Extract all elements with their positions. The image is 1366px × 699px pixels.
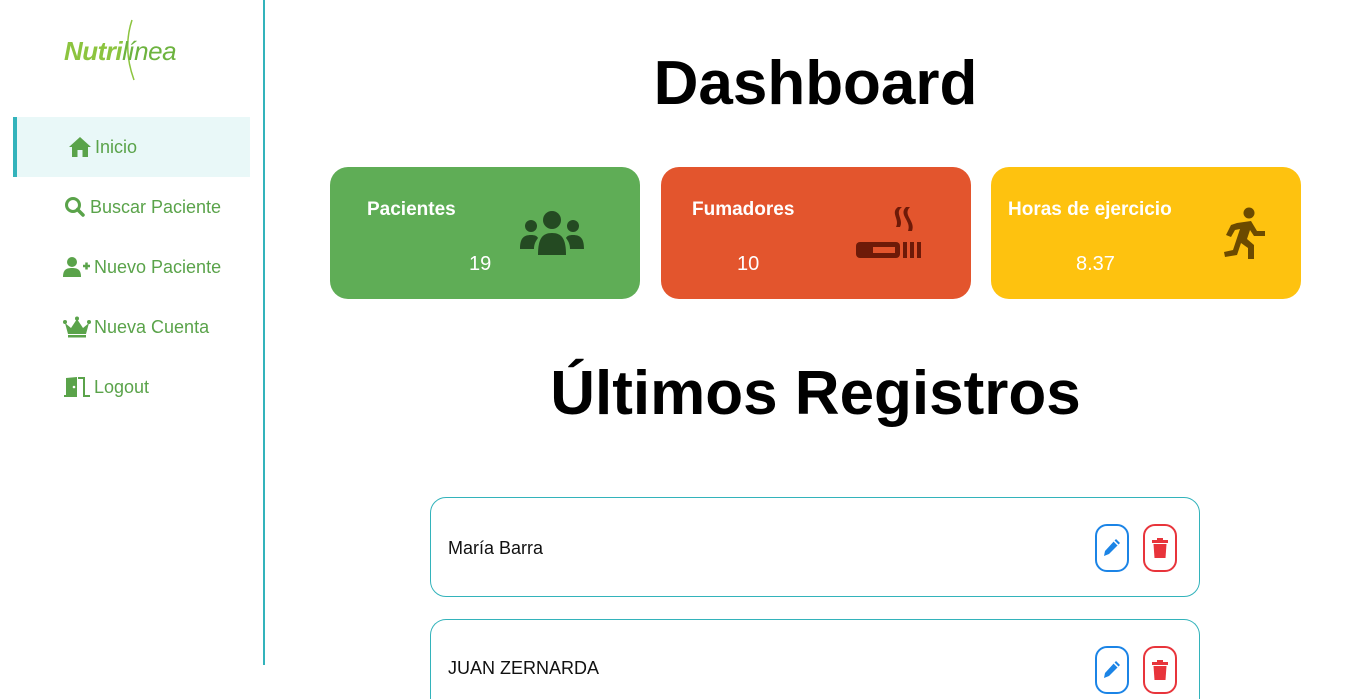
sidebar-item-nuevo-paciente[interactable]: Nuevo Paciente — [13, 237, 250, 297]
user-plus-icon — [63, 257, 90, 277]
running-icon — [1224, 207, 1265, 259]
users-icon — [520, 211, 584, 255]
sidebar-item-label: Nuevo Paciente — [94, 256, 222, 277]
smoking-icon — [856, 207, 921, 258]
record-name: JUAN ZERNARDA — [448, 658, 600, 678]
sidebar-item-nueva-cuenta[interactable]: Nueva Cuenta — [13, 297, 250, 357]
trash-icon — [1152, 660, 1168, 680]
delete-button[interactable] — [1143, 646, 1177, 694]
sidebar-item-label: Inicio — [95, 136, 138, 157]
nutrilinea-logo[interactable]: Nutrilínea — [64, 18, 204, 82]
record-row: JUAN ZERNARDA — [430, 619, 1200, 699]
trash-icon — [1152, 538, 1168, 558]
card-label: Horas de ejercicio — [1008, 199, 1172, 220]
card-value: 8.37 — [1076, 253, 1115, 275]
main-content: Dashboard Pacientes 19 Fumadores 10 Hora… — [265, 0, 1366, 699]
sidebar-item-label: Buscar Paciente — [90, 196, 222, 217]
sidebar-item-label: Nueva Cuenta — [94, 316, 210, 337]
record-name: María Barra — [448, 538, 544, 558]
logo-text-part1: Nutri — [64, 36, 123, 66]
edit-button[interactable] — [1095, 524, 1129, 572]
sidebar-item-inicio[interactable]: Inicio — [13, 117, 250, 177]
card-fumadores[interactable]: Fumadores 10 — [661, 167, 971, 299]
record-row: María Barra — [430, 497, 1200, 597]
home-icon — [69, 137, 91, 157]
page-title: Dashboard — [653, 49, 978, 118]
logo-text-part2: línea — [122, 36, 177, 66]
card-label: Pacientes — [367, 199, 456, 220]
sidebar-nav: Inicio Buscar Paciente Nuevo Paciente Nu… — [13, 117, 250, 417]
sidebar: Nutrilínea Inicio Buscar Paciente Nuevo … — [0, 0, 265, 665]
sidebar-item-buscar-paciente[interactable]: Buscar Paciente — [13, 177, 250, 237]
door-exit-icon — [64, 377, 90, 397]
search-icon — [65, 197, 85, 217]
crown-icon — [63, 316, 91, 338]
records-title: Últimos Registros — [550, 359, 1081, 428]
pencil-icon — [1104, 661, 1120, 678]
sidebar-item-logout[interactable]: Logout — [13, 357, 250, 417]
card-pacientes[interactable]: Pacientes 19 — [330, 167, 640, 299]
edit-button[interactable] — [1095, 646, 1129, 694]
card-value: 19 — [469, 253, 492, 275]
card-value: 10 — [737, 253, 760, 275]
card-label: Fumadores — [692, 199, 795, 220]
pencil-icon — [1104, 539, 1120, 556]
card-horas-ejercicio[interactable]: Horas de ejercicio 8.37 — [991, 167, 1301, 299]
sidebar-item-label: Logout — [94, 376, 150, 397]
delete-button[interactable] — [1143, 524, 1177, 572]
